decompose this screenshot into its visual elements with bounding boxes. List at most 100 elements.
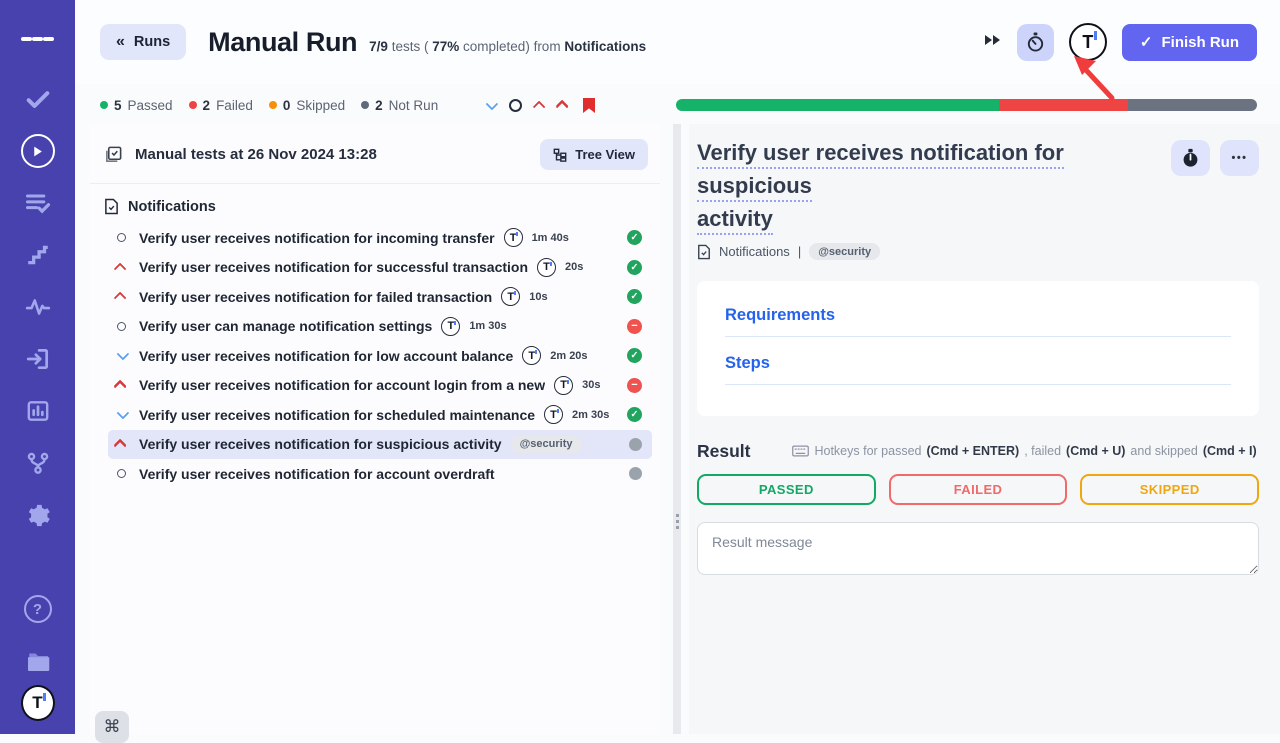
status-failed-icon [627,319,642,334]
circle-icon[interactable] [509,99,522,112]
status-passed-icon [627,289,642,304]
passed-button[interactable]: PASSED [697,474,876,505]
file-icon [104,198,119,215]
detail-actions: ••• [1171,140,1259,176]
testomat-logo-icon[interactable] [1069,23,1107,61]
test-title: Verify user receives notification for fa… [139,289,492,305]
legend-passed: 5Passed [100,98,173,113]
testomat-badge-icon [544,405,563,424]
duration: 10s [529,291,547,303]
passed-dot-icon [100,101,108,109]
test-row[interactable]: Verify user receives notification for sc… [108,400,652,430]
status-failed-icon [627,378,642,393]
back-to-runs-button[interactable]: « Runs [100,24,186,60]
test-row-selected[interactable]: Verify user receives notification for su… [108,430,652,460]
progress-passed-segment [676,99,999,111]
detail-title: Verify user receives notification for su… [697,136,1149,235]
failed-button[interactable]: FAILED [889,474,1068,505]
finish-run-button[interactable]: ✓ Finish Run [1122,24,1257,61]
run-name: Manual tests at 26 Nov 2024 13:28 [135,146,377,163]
app-logo-icon[interactable] [21,686,55,720]
test-title: Verify user receives notification for sc… [139,407,535,423]
help-icon[interactable]: ? [21,592,55,626]
ellipsis-icon: ••• [1231,152,1247,164]
fast-forward-icon[interactable] [984,33,1002,52]
test-row[interactable]: Verify user receives notification for fa… [108,282,652,312]
analytics-icon[interactable] [21,394,55,428]
panel-resize-scrollbar[interactable] [673,124,681,734]
duration: 2m 20s [550,350,587,362]
import-icon[interactable] [21,342,55,376]
double-chevron-up-icon[interactable] [559,104,568,106]
status-passed-icon [627,230,642,245]
chevron-up-icon[interactable] [536,101,545,110]
priority-urgent-icon [112,384,130,386]
status-not-run-icon [629,467,642,480]
test-row[interactable]: Verify user receives notification for in… [108,223,652,253]
priority-filter-icons [486,97,596,114]
status-passed-icon [627,260,642,275]
progress-failed-segment [999,99,1128,111]
test-list-header: Manual tests at 26 Nov 2024 13:28 Tree V… [90,124,660,184]
check-icon[interactable] [21,82,55,116]
chevron-down-icon[interactable] [486,101,495,110]
skipped-button[interactable]: SKIPPED [1080,474,1259,505]
result-header: Result Hotkeys for passed (Cmd + ENTER) … [697,441,1259,462]
priority-urgent-icon [112,443,130,445]
test-title: Verify user receives notification for su… [139,259,528,275]
topbar: « Runs Manual Run 7/9 tests ( 77% comple… [75,0,1280,84]
result-message-input[interactable] [697,522,1259,575]
menu-icon[interactable] [21,22,55,56]
tree-icon [553,148,567,162]
sections-card: Requirements Steps [697,281,1259,416]
source-suite: Notifications [564,39,646,54]
timer-button[interactable] [1017,24,1054,61]
clipboard-check-icon [104,145,123,164]
test-title: Verify user can manage notification sett… [139,318,432,334]
keyboard-icon [792,445,809,457]
breadcrumb-folder[interactable]: Notifications [719,244,790,259]
test-title: Verify user receives notification for ac… [139,377,545,393]
test-row[interactable]: Verify user receives notification for ac… [108,371,652,401]
run-progress-bar [676,99,1257,111]
requirements-link[interactable]: Requirements [725,306,1231,337]
timer-button[interactable] [1171,140,1210,176]
steps-link[interactable]: Steps [725,354,1231,385]
branch-icon[interactable] [21,446,55,480]
tree-view-button[interactable]: Tree View [540,139,648,170]
runs-play-icon[interactable] [21,134,55,168]
testomat-badge-icon [441,317,460,336]
steps-icon[interactable] [21,238,55,272]
cmd-hotkey-button[interactable]: ⌘ [95,711,129,743]
back-label: Runs [134,34,170,50]
duration: 1m 40s [532,232,569,244]
duration: 30s [582,379,600,391]
settings-gear-icon[interactable] [21,498,55,532]
verdict-buttons: PASSED FAILED SKIPPED [697,474,1259,505]
more-options-button[interactable]: ••• [1220,140,1259,176]
double-chevron-left-icon: « [116,33,125,51]
suite-folder[interactable]: Notifications [90,184,660,223]
stopwatch-icon [1025,31,1046,53]
files-folder-icon[interactable] [21,644,55,678]
pulse-icon[interactable] [21,290,55,324]
test-row[interactable]: Verify user can manage notification sett… [108,312,652,342]
results-list-icon[interactable] [21,186,55,220]
priority-normal-icon [112,233,130,242]
testomat-badge-icon [554,376,573,395]
page-title: Manual Run [208,27,357,58]
legend-skipped: 0Skipped [269,98,345,113]
duration: 20s [565,261,583,273]
check-icon: ✓ [1140,33,1153,51]
testomat-badge-icon [504,228,523,247]
test-row[interactable]: Verify user receives notification for lo… [108,341,652,371]
test-row[interactable]: Verify user receives notification for ac… [108,459,652,489]
security-tag: @security [809,243,880,260]
test-title: Verify user receives notification for lo… [139,348,513,364]
duration: 1m 30s [469,320,506,332]
bookmark-icon[interactable] [582,97,596,114]
status-row: 5Passed 2Failed 0Skipped 2Not Run [75,88,1280,122]
test-detail-panel: Verify user receives notification for su… [689,124,1280,734]
test-row[interactable]: Verify user receives notification for su… [108,253,652,283]
detail-breadcrumb: Notifications | @security [697,243,1259,260]
